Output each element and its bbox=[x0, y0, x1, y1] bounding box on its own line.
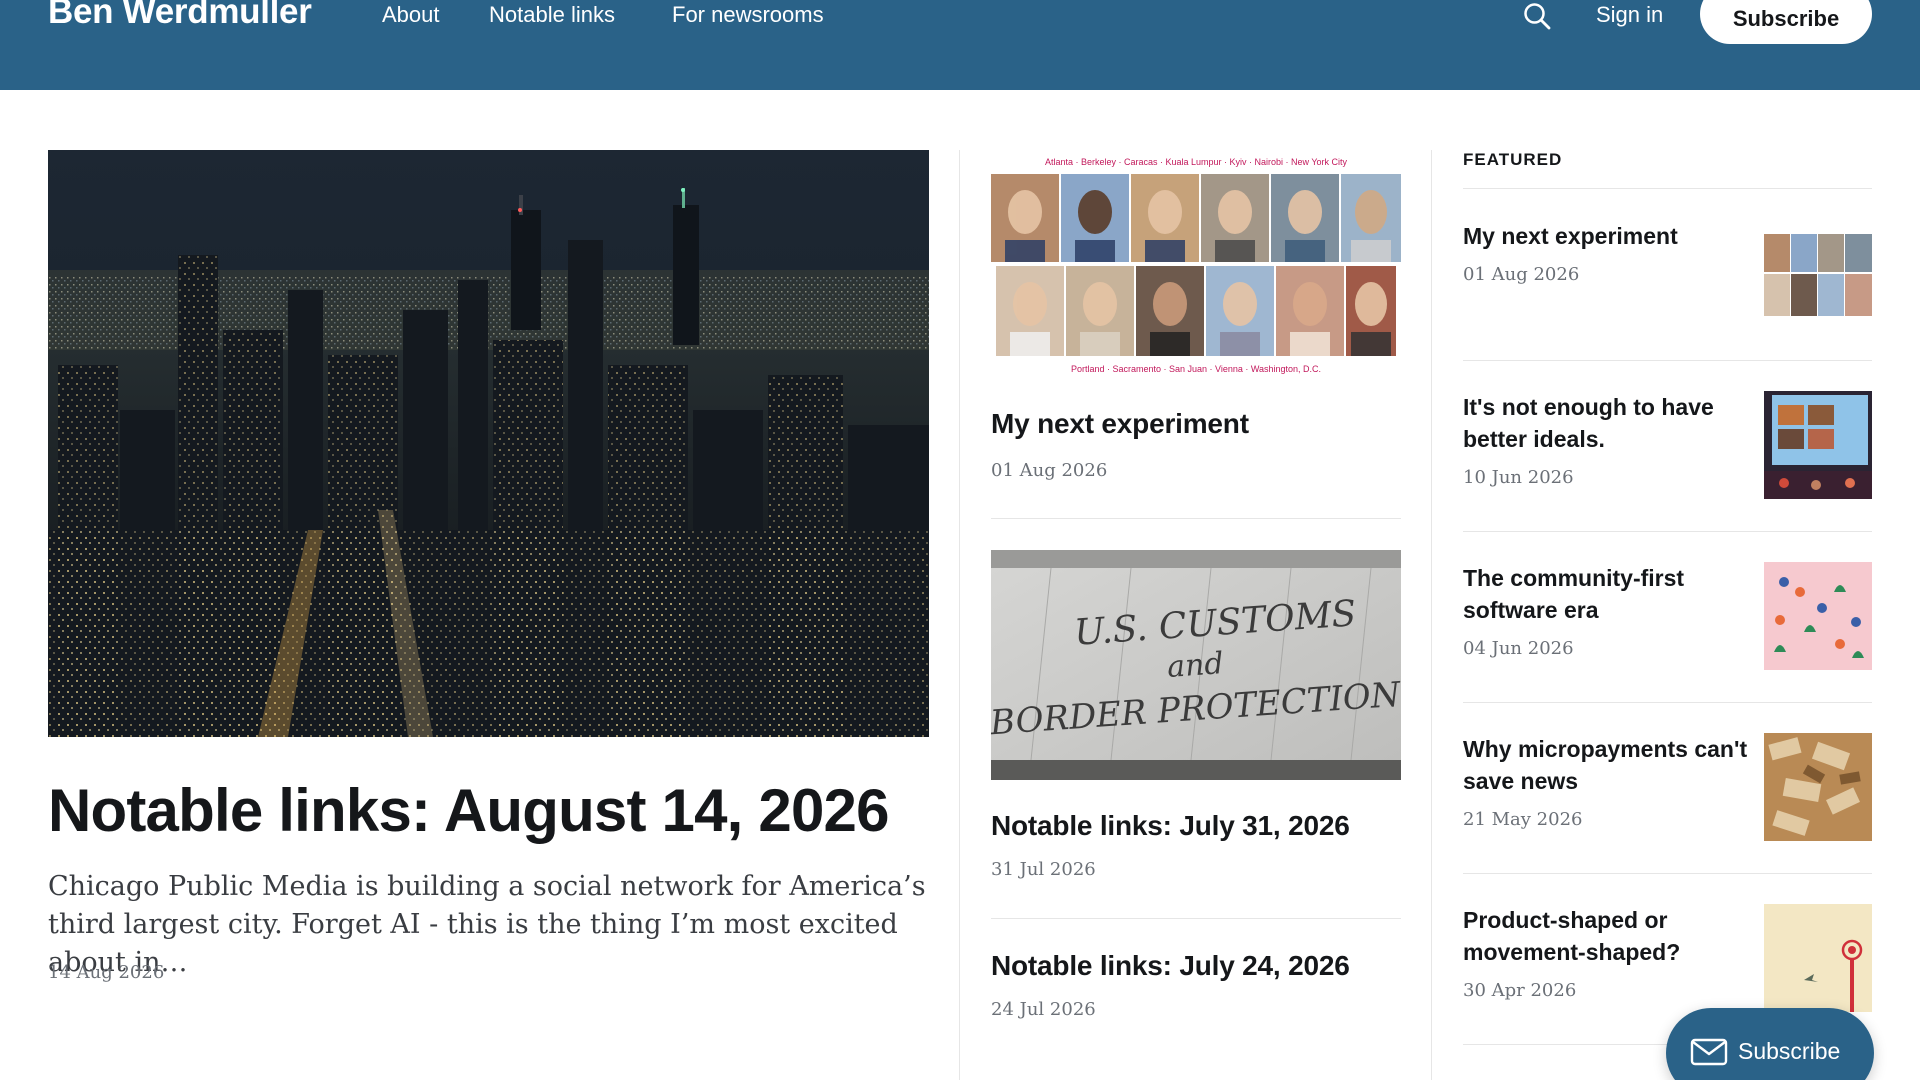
image-caption-top: Atlanta · Berkeley · Caracas · Kuala Lum… bbox=[1045, 157, 1348, 167]
featured-heading: FEATURED bbox=[1463, 150, 1563, 169]
featured-item-title[interactable]: Why micropayments can't save news bbox=[1463, 733, 1753, 797]
sign-in-link[interactable]: Sign in bbox=[1596, 2, 1663, 28]
featured-item-title[interactable]: It's not enough to have better ideals. bbox=[1463, 391, 1753, 455]
article-divider bbox=[991, 518, 1401, 519]
lead-article-date: 14 Aug 2026 bbox=[48, 962, 165, 983]
article-date: 24 Jul 2026 bbox=[991, 999, 1096, 1020]
nav-notable-links[interactable]: Notable links bbox=[489, 2, 615, 28]
featured-item-date: 04 Jun 2026 bbox=[1463, 638, 1574, 659]
featured-divider bbox=[1463, 702, 1872, 703]
subscribe-button[interactable]: Subscribe bbox=[1700, 0, 1872, 44]
search-icon[interactable] bbox=[1522, 1, 1554, 33]
featured-item-title[interactable]: Product-shaped or movement-shaped? bbox=[1463, 904, 1753, 968]
image-caption-bottom: Portland · Sacramento · San Juan · Vienn… bbox=[1071, 364, 1321, 374]
article-title[interactable]: Notable links: July 31, 2026 bbox=[991, 810, 1411, 842]
featured-item-title[interactable]: My next experiment bbox=[1463, 220, 1753, 252]
featured-item-thumbnail[interactable] bbox=[1764, 733, 1872, 841]
column-divider bbox=[1431, 150, 1432, 1080]
featured-divider bbox=[1463, 188, 1872, 189]
mail-icon bbox=[1690, 1038, 1728, 1066]
lead-article-image[interactable] bbox=[48, 150, 929, 737]
floating-subscribe-label: Subscribe bbox=[1738, 1038, 1841, 1064]
nav-for-newsrooms[interactable]: For newsrooms bbox=[672, 2, 824, 28]
article-image-portraits[interactable]: Atlanta · Berkeley · Caracas · Kuala Lum… bbox=[991, 150, 1401, 378]
sign-line-2: and bbox=[1166, 646, 1225, 685]
featured-divider bbox=[1463, 360, 1872, 361]
featured-item-thumbnail[interactable] bbox=[1764, 904, 1872, 1012]
article-date: 31 Jul 2026 bbox=[991, 859, 1096, 880]
featured-item-thumbnail[interactable] bbox=[1764, 222, 1872, 330]
article-divider bbox=[991, 918, 1401, 919]
article-image-customs-sign[interactable]: U.S. CUSTOMS and BORDER PROTECTION bbox=[991, 550, 1401, 780]
featured-item-thumbnail[interactable] bbox=[1764, 391, 1872, 499]
featured-item-date: 10 Jun 2026 bbox=[1463, 467, 1574, 488]
column-divider bbox=[959, 150, 960, 1080]
featured-item-date: 01 Aug 2026 bbox=[1463, 264, 1580, 285]
site-brand[interactable]: Ben Werdmuller bbox=[48, 0, 312, 32]
site-header: Ben Werdmuller About Notable links For n… bbox=[0, 0, 1920, 90]
featured-divider bbox=[1463, 873, 1872, 874]
floating-subscribe-button[interactable]: Subscribe bbox=[1666, 1008, 1874, 1080]
article-title[interactable]: Notable links: July 24, 2026 bbox=[991, 950, 1411, 982]
featured-item-date: 30 Apr 2026 bbox=[1463, 980, 1577, 1001]
featured-item-thumbnail[interactable] bbox=[1764, 562, 1872, 670]
article-title[interactable]: My next experiment bbox=[991, 408, 1411, 440]
featured-divider bbox=[1463, 531, 1872, 532]
nav-about[interactable]: About bbox=[382, 2, 440, 28]
featured-item-title[interactable]: The community-first software era bbox=[1463, 562, 1753, 626]
article-date: 01 Aug 2026 bbox=[991, 460, 1108, 481]
lead-article-excerpt: Chicago Public Media is building a socia… bbox=[48, 871, 926, 978]
featured-item-date: 21 May 2026 bbox=[1463, 809, 1583, 830]
lead-article-title[interactable]: Notable links: August 14, 2026 bbox=[48, 776, 948, 846]
